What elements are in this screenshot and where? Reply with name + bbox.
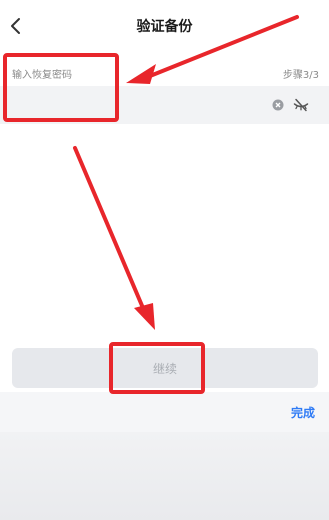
bottom-area — [0, 432, 329, 520]
content-area — [0, 124, 329, 346]
nav-bar: 验证备份 — [0, 0, 329, 52]
page-title: 验证备份 — [136, 19, 193, 35]
done-button[interactable]: 完成 — [291, 404, 315, 421]
done-toolbar: 完成 — [0, 392, 329, 432]
clear-circle-icon[interactable] — [272, 99, 284, 111]
step-indicator: 步骤3/3 — [282, 70, 319, 81]
eye-off-icon[interactable] — [293, 97, 309, 113]
annotation-box-continue — [109, 342, 205, 394]
annotation-box-label — [3, 53, 119, 122]
